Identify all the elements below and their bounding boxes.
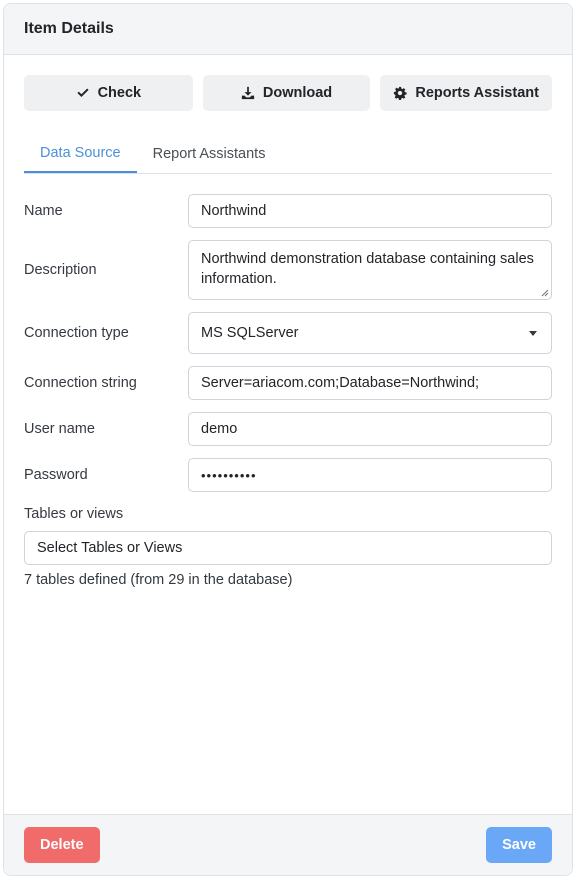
panel-footer: Delete Save [4,814,572,875]
gear-icon [394,86,407,100]
connection-string-label: Connection string [24,375,137,391]
reports-assistant-button-label: Reports Assistant [415,85,539,101]
tabs: Data Source Report Assistants [24,135,552,174]
check-icon [76,88,89,98]
description-textarea[interactable]: Northwind demonstration database contain… [188,240,552,300]
user-name-label: User name [24,421,95,437]
reports-assistant-button[interactable]: Reports Assistant [380,75,552,111]
connection-type-select[interactable]: MS SQLServer [188,312,552,354]
description-row: Description Northwind demonstration data… [24,240,552,300]
download-button-label: Download [262,85,333,101]
save-button[interactable]: Save [486,827,552,863]
download-button[interactable]: Download [202,75,371,111]
connection-type-value: MS SQLServer [201,325,299,341]
connection-string-input[interactable]: Server=ariacom.com;Database=Northwind; [188,366,552,400]
check-button[interactable]: Check [24,75,193,111]
password-input[interactable]: •••••••••• [188,458,552,492]
connection-type-row: Connection type MS SQLServer [24,312,552,354]
panel-title: Item Details [4,4,572,55]
connection-type-label: Connection type [24,325,129,341]
check-button-label: Check [97,85,142,101]
tab-report-assistants[interactable]: Report Assistants [137,135,282,173]
tables-info: 7 tables defined (from 29 in the databas… [24,572,293,588]
description-text: Northwind demonstration database contain… [201,251,534,287]
tables-label: Tables or views [24,506,124,522]
connection-string-row: Connection string Server=ariacom.com;Dat… [24,366,552,400]
resize-grip-icon[interactable] [541,289,549,297]
select-tables-button[interactable]: Select Tables or Views [24,531,552,565]
tab-data-source[interactable]: Data Source [24,135,137,173]
toolbar: Check Download Reports Assistant [24,75,552,111]
name-row: Name Northwind [24,194,552,228]
description-label: Description [24,262,97,278]
password-row: Password •••••••••• [24,458,552,492]
caret-down-icon [529,331,537,336]
download-icon [241,86,254,100]
item-details-panel: Item Details Check Download Reports Assi… [3,3,573,876]
name-label: Name [24,203,63,219]
password-label: Password [24,467,88,483]
name-input[interactable]: Northwind [188,194,552,228]
user-name-input[interactable]: demo [188,412,552,446]
delete-button[interactable]: Delete [24,827,100,863]
user-name-row: User name demo [24,412,552,446]
